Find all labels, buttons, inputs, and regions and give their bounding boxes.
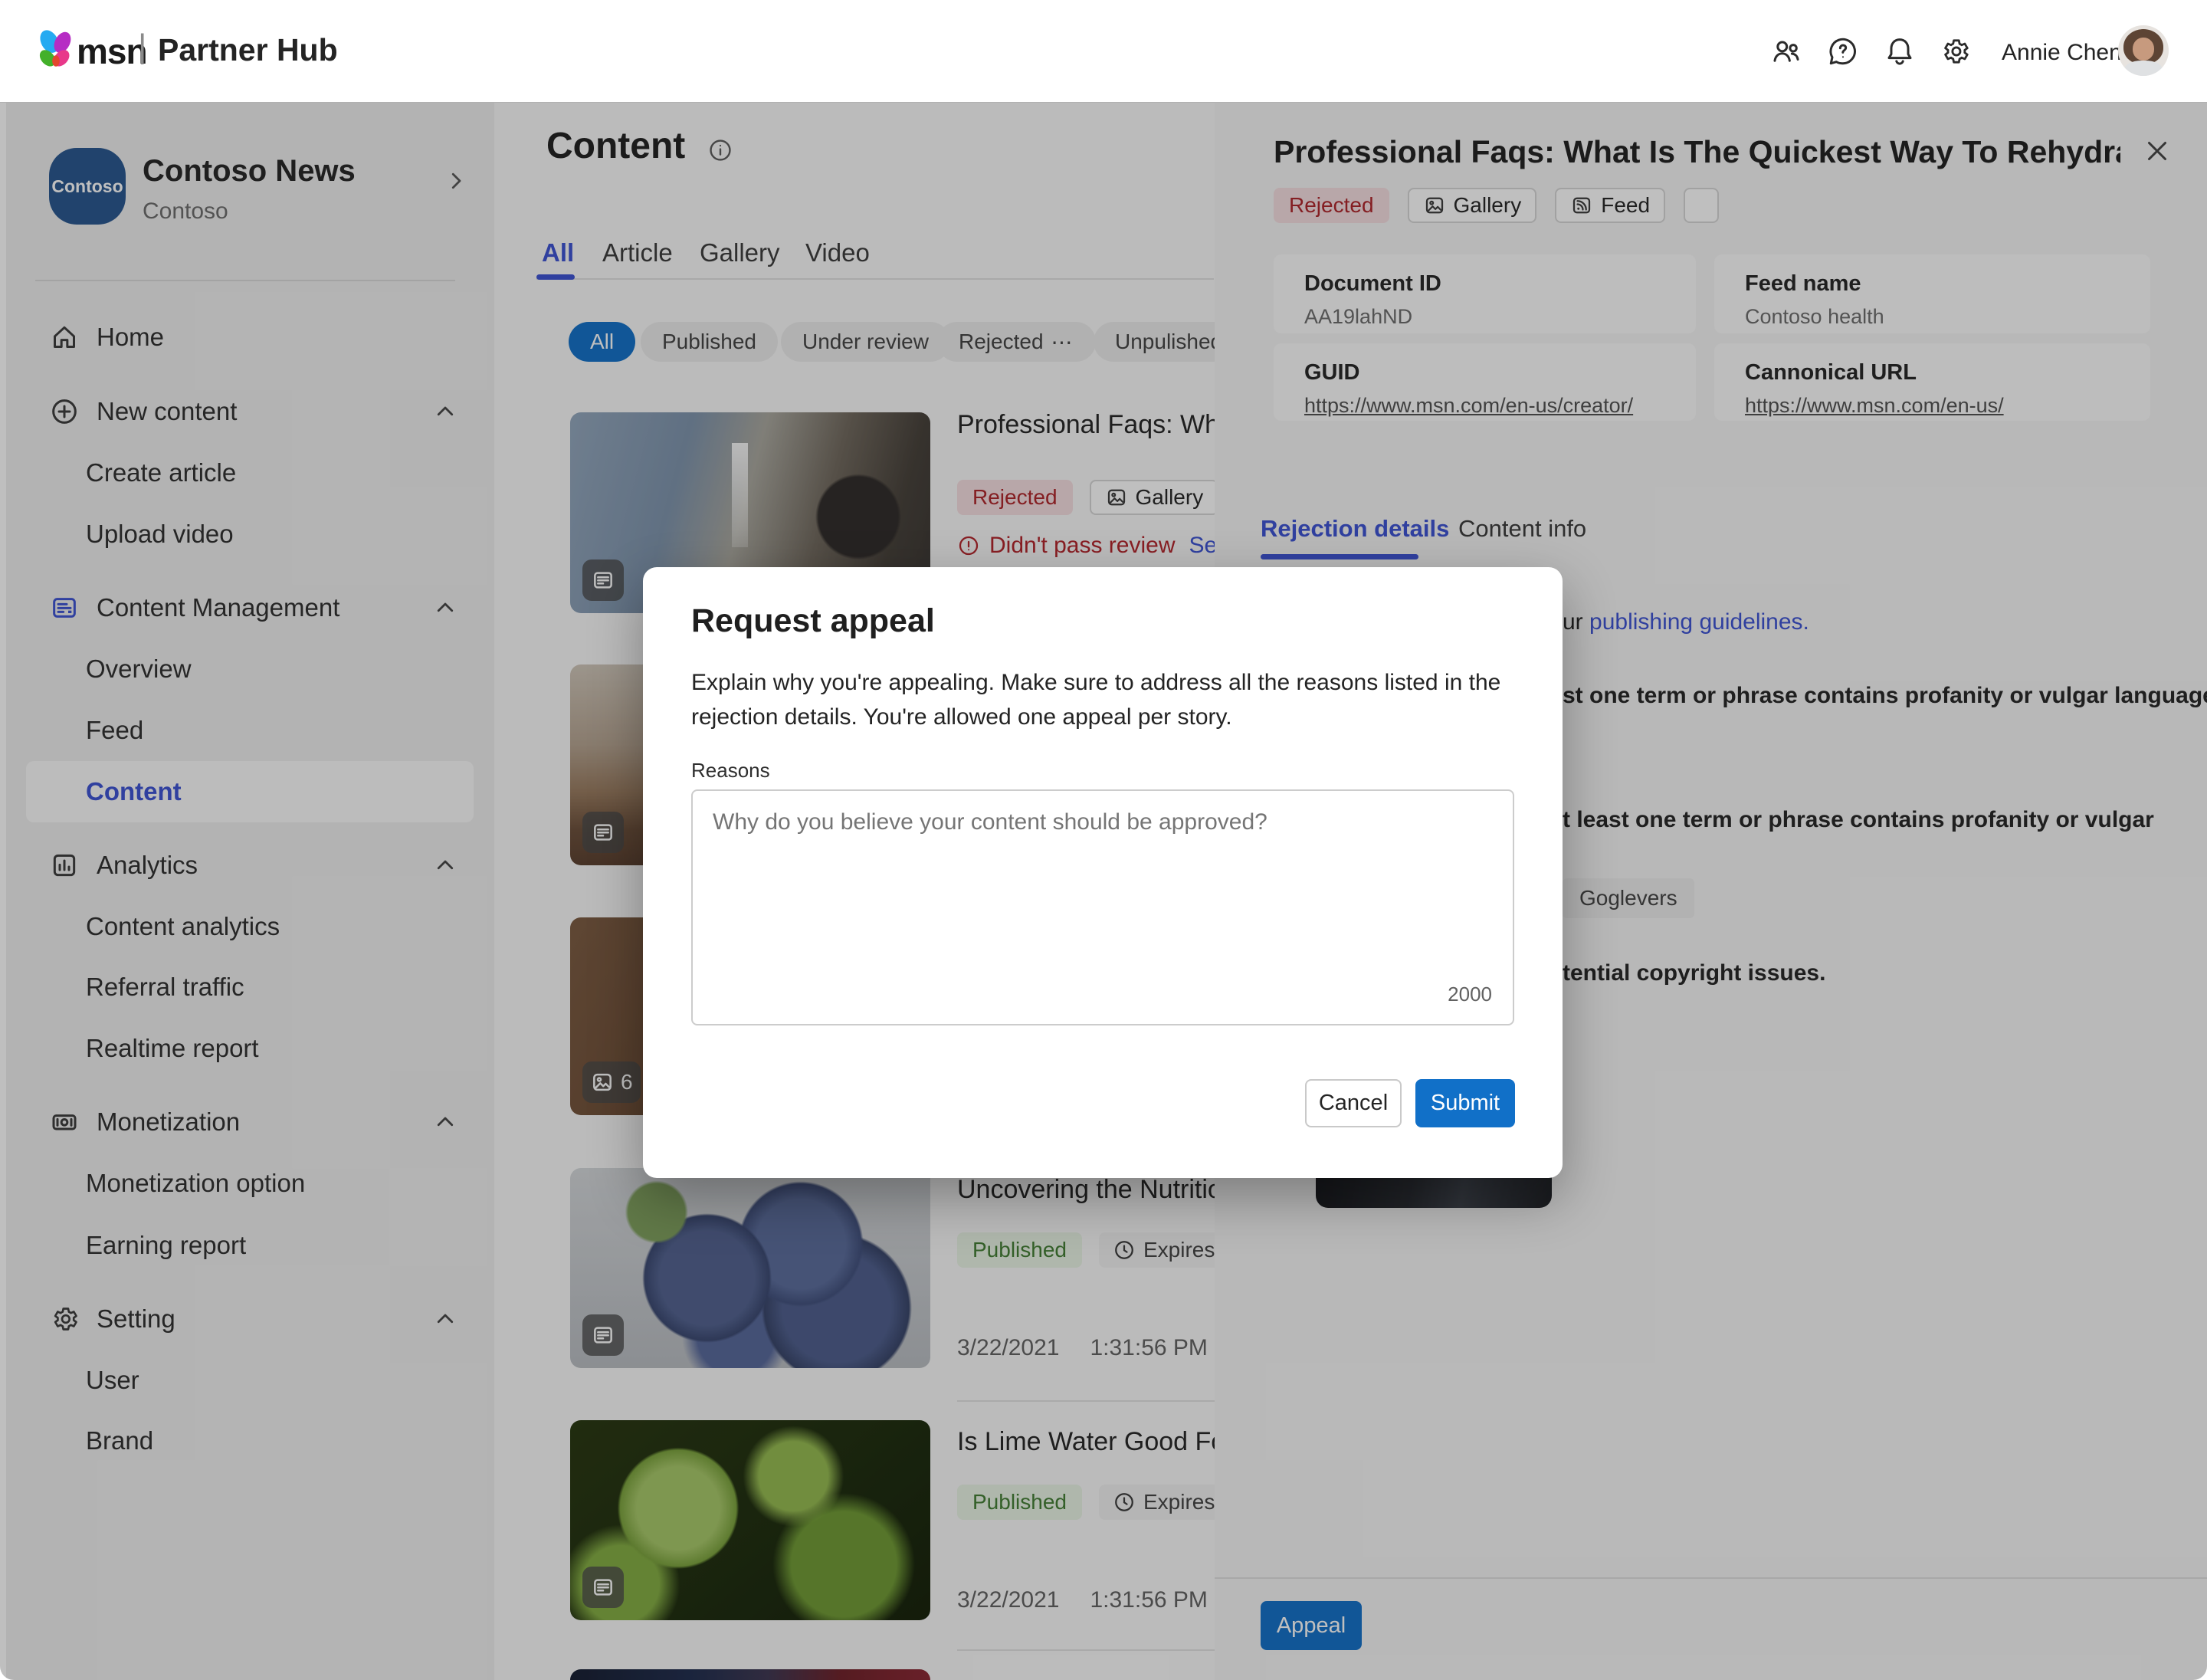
brand-msn: msn	[77, 31, 147, 72]
top-bar: msn | Partner Hub Annie Chen	[0, 0, 2207, 103]
dialog-description: Explain why you're appealing. Make sure …	[691, 665, 1505, 734]
char-counter: 2000	[1448, 983, 1492, 1006]
request-appeal-dialog: Request appeal Explain why you're appeal…	[643, 567, 1563, 1178]
contacts-icon[interactable]	[1770, 35, 1802, 67]
reasons-label: Reasons	[691, 759, 770, 783]
partner-hub-app: msn | Partner Hub Annie Chen Contoso Con…	[0, 0, 2207, 1680]
avatar-face	[2133, 38, 2154, 61]
avatar-shirt	[2124, 61, 2163, 76]
user-name[interactable]: Annie Chen	[2002, 40, 2122, 66]
brand-product-title: Partner Hub	[158, 32, 338, 68]
notifications-icon[interactable]	[1884, 35, 1916, 67]
settings-icon[interactable]	[1939, 35, 1971, 67]
brand-separator: |	[138, 28, 146, 66]
cancel-button[interactable]: Cancel	[1305, 1079, 1402, 1127]
reasons-input[interactable]	[691, 789, 1514, 1025]
msn-butterfly-logo-icon	[34, 28, 78, 72]
help-icon[interactable]	[1827, 35, 1859, 67]
submit-button[interactable]: Submit	[1415, 1079, 1515, 1127]
user-avatar[interactable]	[2118, 25, 2169, 76]
dialog-title: Request appeal	[691, 602, 935, 640]
